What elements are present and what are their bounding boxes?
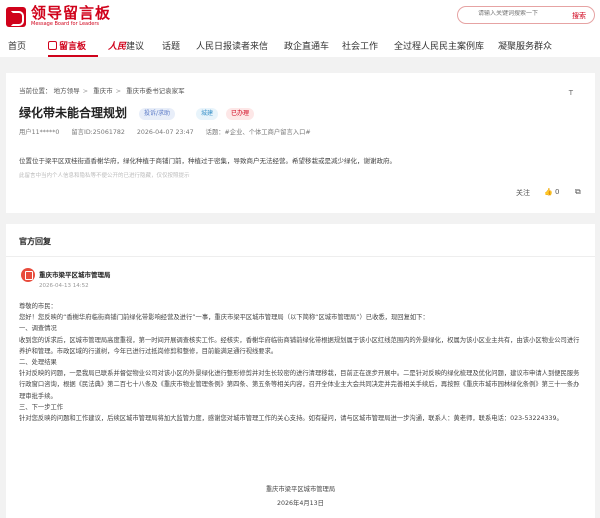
nav-enterprise[interactable]: 政企直通车: [284, 39, 329, 52]
status-badge: 已办理: [226, 108, 255, 120]
thumbs-up-icon: 👍: [544, 188, 553, 196]
message-meta: 用户11*****0 留言ID:25061782 2026-04-07 23:4…: [19, 127, 321, 136]
reply-organization: 重庆市梁平区城市管理局: [39, 271, 111, 279]
reply-time: 2026-04-13 14:52: [39, 283, 89, 289]
reply-paragraph: 尊敬的市民：: [19, 303, 57, 310]
site-header: 领导留言板 Message Board for Leaders 搜索 首页 留言…: [0, 0, 600, 57]
type-badge: 投诉/求助: [139, 108, 176, 120]
logo-title: 领导留言板: [31, 4, 112, 22]
reply-body: 尊敬的市民： 您好！您反映的“香榭华府临街商铺门前绿化带影响经营及进行”一事，重…: [19, 301, 584, 424]
message-user: 用户11*****0: [19, 129, 60, 136]
site-logo[interactable]: 领导留言板 Message Board for Leaders: [6, 5, 111, 28]
message-id: 留言ID:25061782: [71, 129, 125, 136]
search-input[interactable]: [478, 10, 564, 17]
breadcrumb: 当前位置： 地方领导 > 重庆市 > 重庆市委书记袁家军: [19, 87, 185, 95]
reply-paragraph: 三、下一步工作: [19, 403, 64, 411]
nav-democracy-cases[interactable]: 全过程人民民主案例库: [394, 39, 484, 52]
reply-paragraph: 收到您的诉求后，区城市管理局高度重视，第一时间开展调查核实工作。经核实，香榭华府…: [19, 336, 580, 355]
reply-paragraph: 您好！您反映的“香榭华府临街商铺门前绿化带影响经营及进行”一事，重庆市梁平区城市…: [19, 314, 429, 322]
share-icon[interactable]: ⧉: [575, 187, 581, 197]
reply-paragraph: 一、调查情况: [19, 325, 57, 333]
message-content: 位置位于梁平区双桂街道香榭华府，绿化种植于商铺门前，种植过于密集，导致商户无法经…: [19, 157, 396, 165]
nav-active-underline: [48, 55, 98, 57]
nav-topic[interactable]: 话题: [162, 39, 180, 52]
like-count: 0: [554, 188, 560, 196]
nav-readers-letters[interactable]: 人民日报读者来信: [196, 39, 268, 52]
nav-social-work[interactable]: 社会工作: [342, 39, 378, 52]
logo-subtitle: Message Board for Leaders: [31, 21, 100, 27]
nav-home[interactable]: 首页: [8, 39, 26, 52]
breadcrumb-item[interactable]: 重庆市委书记袁家军: [126, 87, 185, 95]
search-box: 搜索: [457, 6, 595, 24]
breadcrumb-item[interactable]: 重庆市: [93, 87, 113, 95]
nav-suggestion[interactable]: 人民建议: [108, 39, 144, 52]
message-card: 当前位置： 地方领导 > 重庆市 > 重庆市委书记袁家军 T 绿化带未能合理规划 投…: [6, 73, 595, 213]
reply-paragraph: 针对您反映的问题和工作建议，后续区城市管理局将加大监管力度，感谢您对城市管理工作…: [19, 415, 563, 423]
message-topic[interactable]: 话题：#企业、个体工商户留言入口#: [206, 129, 311, 136]
message-title: 绿化带未能合理规划: [19, 106, 128, 120]
reply-paragraph: 针对反映的问题，一是我局已联系并督促物业公司对该小区的外景绿化进行整形修剪并对生…: [19, 370, 580, 400]
breadcrumb-item[interactable]: 地方领导: [54, 87, 80, 95]
message-board-icon: [48, 41, 57, 50]
nav-service[interactable]: 凝聚服务群众: [498, 39, 552, 52]
message-time: 2026-04-07 23:47: [136, 129, 194, 136]
category-badge: 城建: [196, 108, 219, 120]
like-button[interactable]: 👍 0: [544, 188, 559, 196]
font-size-toggle[interactable]: T: [569, 89, 573, 97]
reply-date: 2026年4月13日: [277, 500, 324, 507]
follow-button[interactable]: 关注: [516, 188, 530, 198]
official-reply-card: 官方回复 重庆市梁平区城市管理局 2026-04-13 14:52 尊敬的市民：…: [6, 224, 595, 518]
logo-icon: [6, 6, 26, 27]
reply-paragraph: 二、处理结果: [19, 359, 57, 367]
organization-icon: [21, 268, 35, 282]
reply-heading: 官方回复: [19, 237, 51, 246]
reply-signature: 重庆市梁平区城市管理局: [265, 486, 336, 493]
main-nav: 首页 留言板 人民建议 话题 人民日报读者来信 政企直通车 社会工作 全过程人民…: [0, 37, 600, 57]
privacy-hint: 此留言中当内个人信息和隐私等不便公开的已进行隐藏，仅仅按照提示: [19, 173, 190, 179]
divider: [6, 256, 595, 257]
nav-message-board[interactable]: 留言板: [48, 39, 86, 52]
search-button[interactable]: 搜索: [572, 11, 586, 21]
